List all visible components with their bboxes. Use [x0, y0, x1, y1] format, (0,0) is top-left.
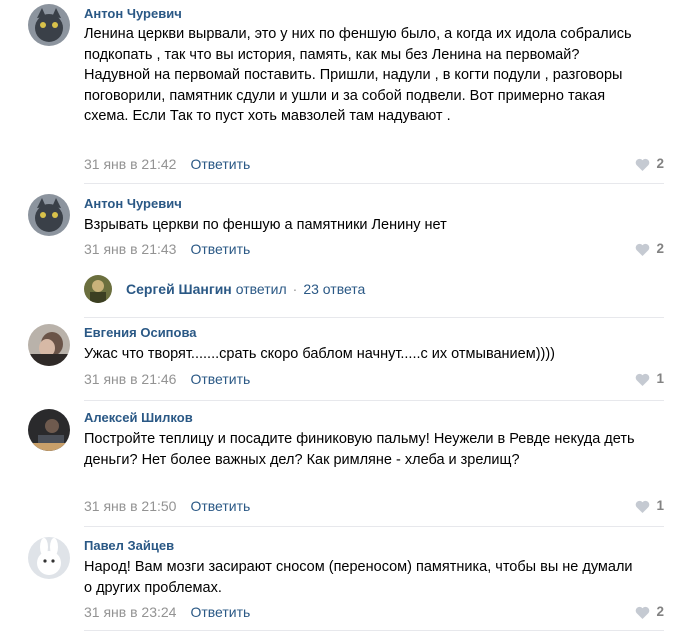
- comment-meta: 31 янв в 21:46 Ответить: [84, 370, 250, 388]
- like-button[interactable]: 1: [635, 370, 664, 388]
- like-count: 1: [656, 498, 664, 513]
- like-button[interactable]: 2: [635, 155, 664, 173]
- comments-list: Антон Чуревич Ленина церкви вырвали, это…: [0, 0, 680, 633]
- avatar[interactable]: [28, 537, 70, 579]
- comment-meta: 31 янв в 21:50 Ответить: [84, 497, 250, 515]
- comment-meta: 31 янв в 23:24 Ответить: [84, 603, 250, 621]
- thread-verb: ответил: [235, 281, 287, 297]
- replies-thread[interactable]: Сергей Шангин ответил · 23 ответа: [84, 275, 365, 303]
- heart-icon: [636, 500, 650, 513]
- comment-date[interactable]: 31 янв в 21:46: [84, 371, 176, 387]
- comment-author[interactable]: Антон Чуревич: [84, 196, 182, 212]
- comment-date[interactable]: 31 янв в 21:42: [84, 156, 176, 172]
- thread-author[interactable]: Сергей Шангин: [126, 281, 232, 297]
- separator: [84, 183, 664, 184]
- comment-author[interactable]: Евгения Осипова: [84, 325, 197, 341]
- comment-meta: 31 янв в 21:43 Ответить: [84, 240, 250, 258]
- like-count: 2: [656, 156, 664, 171]
- avatar[interactable]: [28, 324, 70, 366]
- reply-button[interactable]: Ответить: [190, 604, 250, 620]
- avatar[interactable]: [28, 194, 70, 236]
- separator: [84, 400, 664, 401]
- comment-text: Взрывать церкви по феншую а памятники Ле…: [84, 217, 447, 233]
- like-count: 1: [656, 371, 664, 386]
- comment-date[interactable]: 31 янв в 21:43: [84, 241, 176, 257]
- comment-text: Народ! Вам мозги засирают сносом (перено…: [84, 559, 633, 596]
- reply-button[interactable]: Ответить: [190, 156, 250, 172]
- reply-button[interactable]: Ответить: [190, 241, 250, 257]
- heart-icon: [636, 158, 650, 171]
- comment-author[interactable]: Павел Зайцев: [84, 538, 174, 554]
- like-count: 2: [656, 604, 664, 619]
- comment-date[interactable]: 31 янв в 23:24: [84, 604, 176, 620]
- like-button[interactable]: 1: [635, 497, 664, 515]
- comment-author[interactable]: Алексей Шилков: [84, 410, 193, 426]
- avatar[interactable]: [28, 4, 70, 46]
- like-button[interactable]: 2: [635, 603, 664, 621]
- comment-date[interactable]: 31 янв в 21:50: [84, 498, 176, 514]
- heart-icon: [636, 373, 650, 386]
- comment-meta: 31 янв в 21:42 Ответить: [84, 155, 250, 173]
- heart-icon: [636, 243, 650, 256]
- reply-button[interactable]: Ответить: [190, 498, 250, 514]
- like-button[interactable]: 2: [635, 240, 664, 258]
- thread-dot: ·: [292, 281, 298, 297]
- separator: [84, 526, 664, 527]
- heart-icon: [636, 606, 650, 619]
- avatar[interactable]: [28, 409, 70, 451]
- comment-text: Ужас что творят.......срать скоро баблом…: [84, 346, 556, 362]
- thread-reply-count[interactable]: 23 ответа: [303, 281, 365, 297]
- separator: [84, 317, 664, 318]
- comment-text: Ленина церкви вырвали, это у них по фенш…: [84, 26, 632, 124]
- like-count: 2: [656, 241, 664, 256]
- avatar[interactable]: [84, 275, 112, 303]
- comment-author[interactable]: Антон Чуревич: [84, 6, 182, 22]
- separator: [84, 630, 664, 631]
- reply-button[interactable]: Ответить: [190, 371, 250, 387]
- comment-text: Постройте теплицу и посадите финиковую п…: [84, 431, 635, 468]
